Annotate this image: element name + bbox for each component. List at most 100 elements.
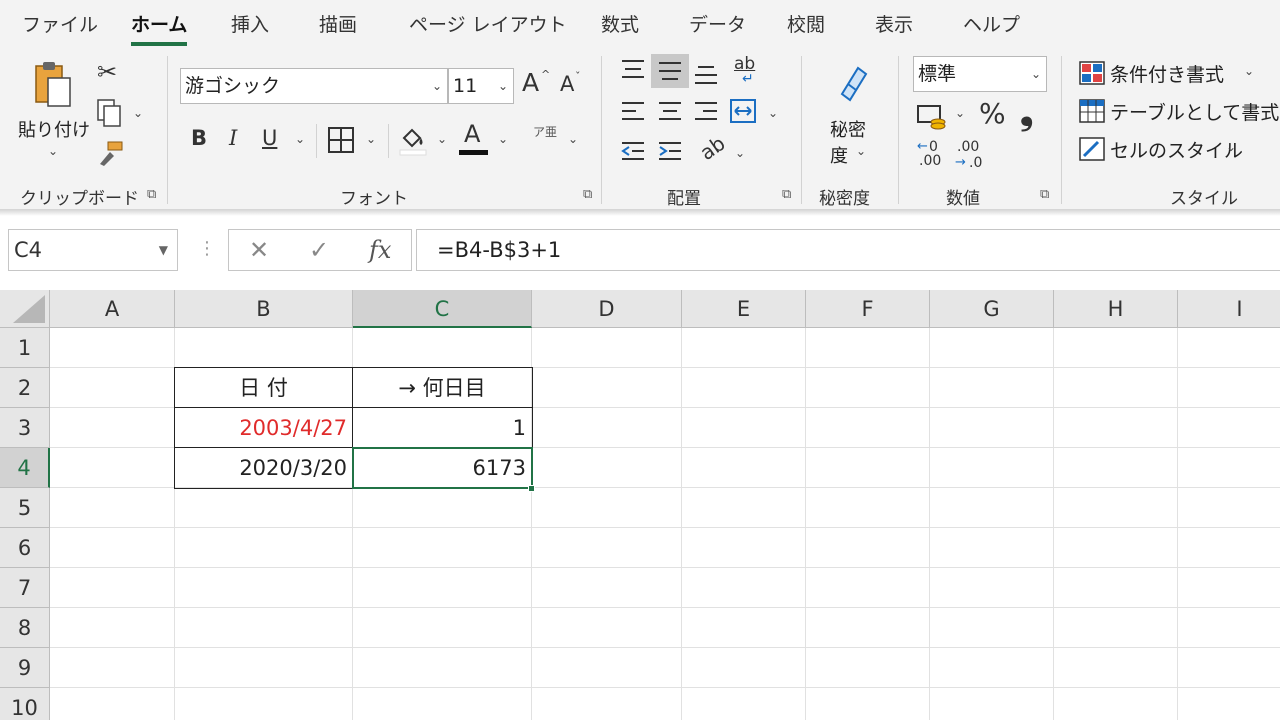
row-header-10[interactable]: 10 [0,688,50,720]
cell-a6[interactable] [50,528,175,568]
cell-d9[interactable] [532,648,682,688]
cell-g10[interactable] [930,688,1054,720]
cell-a2[interactable] [50,368,175,408]
enter-icon[interactable]: ✓ [309,236,329,264]
align-middle-icon[interactable] [657,60,683,84]
cell-b6[interactable] [175,528,353,568]
cell-c4[interactable]: 6173 [353,448,532,488]
cell-g6[interactable] [930,528,1054,568]
borders-icon[interactable] [327,126,355,154]
splitter-handle[interactable]: ⋮ [198,238,216,259]
cell-g2[interactable] [930,368,1054,408]
column-header-f[interactable]: F [806,290,930,328]
underline-dropdown-icon[interactable]: ⌄ [295,132,305,146]
tab-file[interactable]: ファイル [22,10,98,37]
cell-c7[interactable] [353,568,532,608]
cell-c1[interactable] [353,328,532,368]
tab-draw[interactable]: 描画 [319,10,357,37]
shrink-font-button[interactable]: A [560,74,574,95]
cell-h9[interactable] [1054,648,1178,688]
row-header-7[interactable]: 7 [0,568,50,608]
cell-d7[interactable] [532,568,682,608]
cell-c2[interactable]: → 何日目 [353,368,532,408]
formula-input[interactable]: =B4-B$3+1 [416,229,1280,271]
cell-h5[interactable] [1054,488,1178,528]
align-top-icon[interactable] [620,58,646,82]
orientation-dropdown-icon[interactable]: ⌄ [735,146,745,160]
cell-f6[interactable] [806,528,930,568]
cell-e9[interactable] [682,648,806,688]
orientation-icon[interactable]: ab [695,131,729,165]
column-header-h[interactable]: H [1054,290,1178,328]
cell-h1[interactable] [1054,328,1178,368]
cell-h8[interactable] [1054,608,1178,648]
row-header-8[interactable]: 8 [0,608,50,648]
cell-b8[interactable] [175,608,353,648]
fill-color-icon[interactable] [398,124,428,156]
phonetic-dropdown-icon[interactable]: ⌄ [568,132,578,146]
copy-dropdown-icon[interactable]: ⌄ [133,106,143,120]
cell-h3[interactable] [1054,408,1178,448]
currency-icon[interactable] [916,102,948,130]
cell-f5[interactable] [806,488,930,528]
cell-f8[interactable] [806,608,930,648]
cell-c6[interactable] [353,528,532,568]
row-header-2[interactable]: 2 [0,368,50,408]
cell-g5[interactable] [930,488,1054,528]
tab-view[interactable]: 表示 [875,10,913,37]
cell-e3[interactable] [682,408,806,448]
cell-h7[interactable] [1054,568,1178,608]
cell-i6[interactable] [1178,528,1280,568]
row-header-1[interactable]: 1 [0,328,50,368]
decrease-decimal-button[interactable]: .00 → .0 [955,140,985,174]
paste-button[interactable]: 貼り付け ⌄ [18,58,90,168]
cell-c10[interactable] [353,688,532,720]
cell-e8[interactable] [682,608,806,648]
tab-insert[interactable]: 挿入 [231,10,269,37]
name-box[interactable]: C4 ▼ [8,229,178,271]
tab-formulas[interactable]: 数式 [601,10,639,37]
bold-button[interactable]: B [191,128,207,149]
cell-e7[interactable] [682,568,806,608]
cell-i2[interactable] [1178,368,1280,408]
cell-b4[interactable]: 2020/3/20 [175,448,353,488]
merge-dropdown-icon[interactable]: ⌄ [768,106,778,120]
cell-a1[interactable] [50,328,175,368]
cell-a8[interactable] [50,608,175,648]
number-format-select[interactable]: 標準 ⌄ [913,56,1047,92]
fill-color-dropdown-icon[interactable]: ⌄ [437,132,447,146]
cell-f2[interactable] [806,368,930,408]
decrease-indent-icon[interactable] [620,140,646,164]
column-header-e[interactable]: E [682,290,806,328]
cell-d6[interactable] [532,528,682,568]
cell-i5[interactable] [1178,488,1280,528]
column-header-d[interactable]: D [532,290,682,328]
row-header-4[interactable]: 4 [0,448,50,488]
cell-f1[interactable] [806,328,930,368]
font-size-select[interactable]: 11 ⌄ [448,68,514,104]
cell-b9[interactable] [175,648,353,688]
cell-c3[interactable]: 1 [353,408,532,448]
font-launcher-icon[interactable]: ⧉ [583,187,592,202]
cell-b10[interactable] [175,688,353,720]
cell-h2[interactable] [1054,368,1178,408]
column-header-c[interactable]: C [353,290,532,328]
cell-d1[interactable] [532,328,682,368]
align-bottom-icon[interactable] [693,62,719,86]
tab-review[interactable]: 校閲 [787,10,825,37]
conditional-formatting-button[interactable]: 条件付き書式 ⌄ [1078,58,1280,88]
cell-e5[interactable] [682,488,806,528]
copy-icon[interactable] [95,98,123,128]
currency-dropdown-icon[interactable]: ⌄ [955,106,965,120]
cell-f3[interactable] [806,408,930,448]
cell-h6[interactable] [1054,528,1178,568]
italic-button[interactable]: I [229,128,237,149]
cell-i4[interactable] [1178,448,1280,488]
cell-f4[interactable] [806,448,930,488]
cell-a9[interactable] [50,648,175,688]
row-header-9[interactable]: 9 [0,648,50,688]
format-as-table-button[interactable]: テーブルとして書式設定 [1078,96,1280,126]
sensitivity-button[interactable]: 秘密 度 ⌄ [826,58,876,178]
cell-e6[interactable] [682,528,806,568]
cell-c5[interactable] [353,488,532,528]
